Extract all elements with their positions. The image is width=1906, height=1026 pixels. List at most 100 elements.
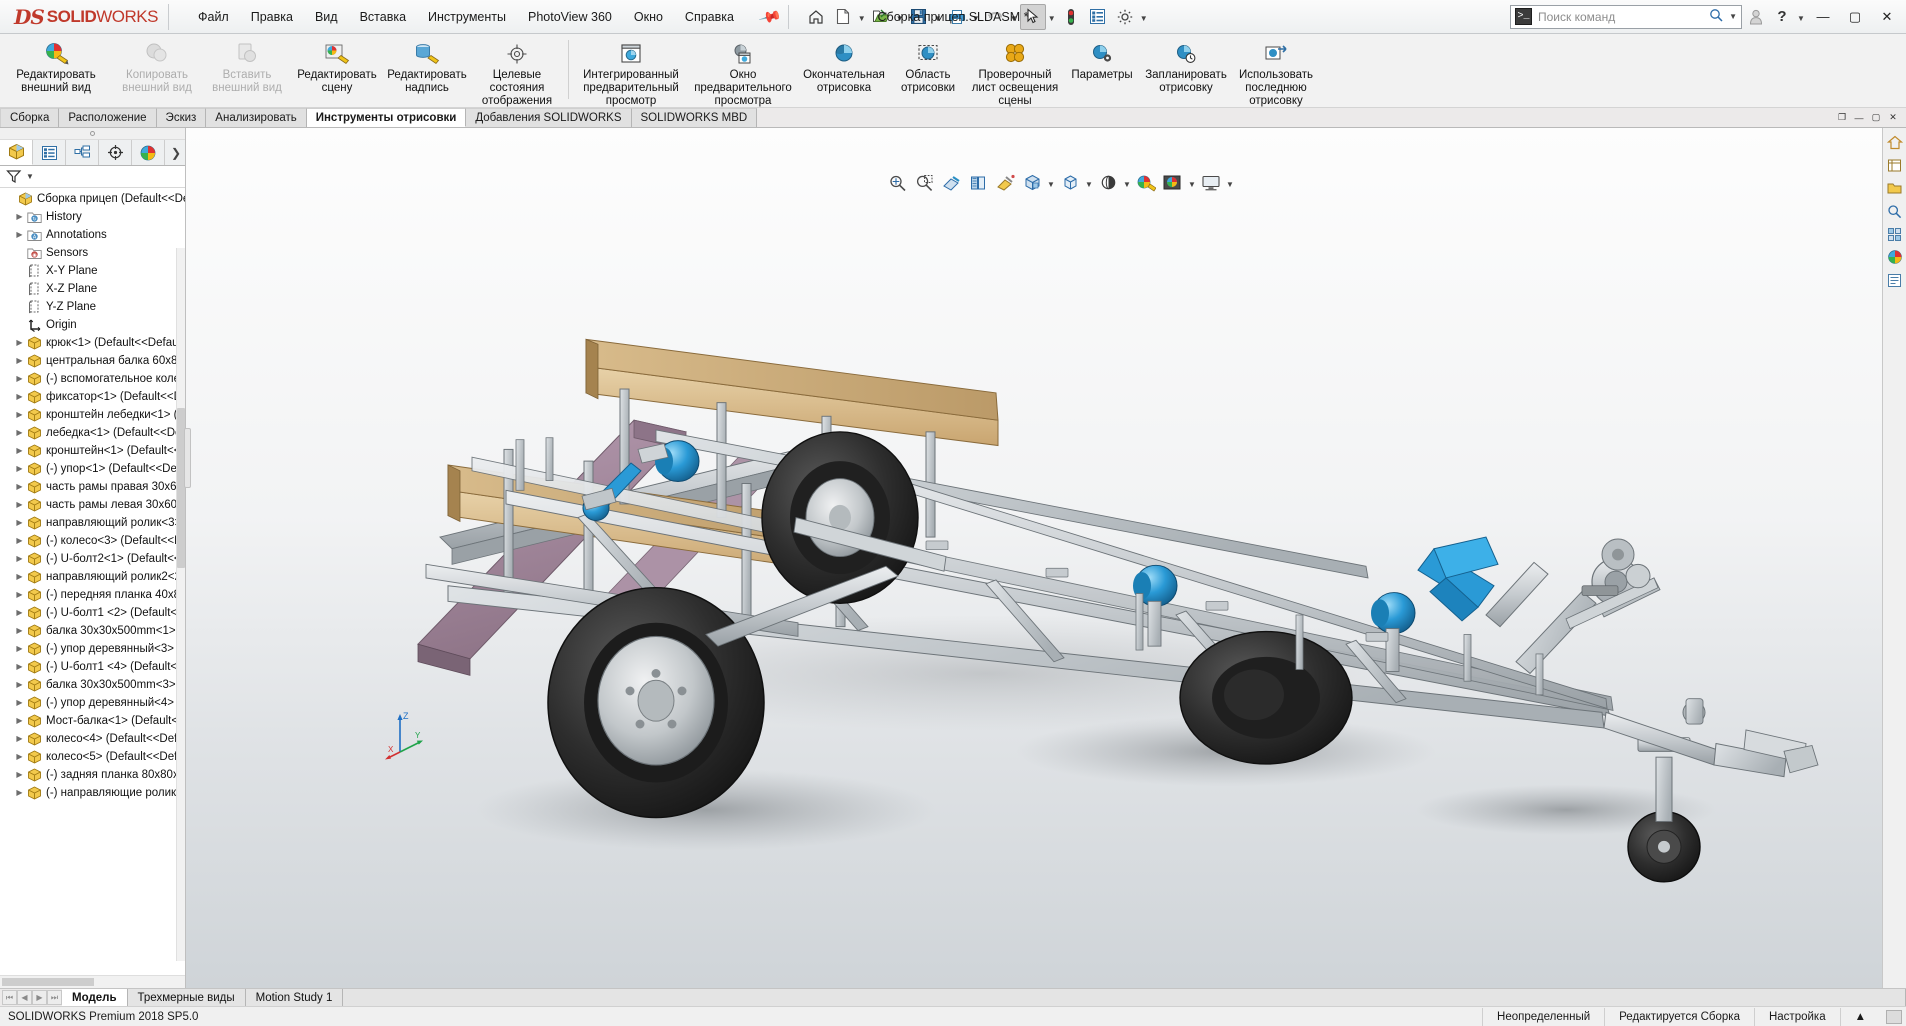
- tree-item[interactable]: ▶(-) упор деревянный<4> (Def: [0, 694, 185, 712]
- save-caret-icon[interactable]: ▼: [933, 4, 943, 30]
- undo-icon[interactable]: [982, 4, 1008, 30]
- tree-item[interactable]: ▶часть рамы левая 30x60mm<: [0, 496, 185, 514]
- view-settings-icon[interactable]: [1160, 170, 1186, 196]
- tree-root-item[interactable]: Сборка прицеп (Default<<Defaul: [0, 190, 185, 208]
- user-account-icon[interactable]: [1744, 4, 1768, 30]
- zoom-to-fit-icon[interactable]: [884, 170, 910, 196]
- tree-item[interactable]: ▶(-) упор деревянный<3> (Def: [0, 640, 185, 658]
- save-icon[interactable]: [906, 4, 932, 30]
- ribbon-lighting-checklist[interactable]: Проверочный лист освещения сцены: [967, 38, 1063, 108]
- nav-prev-icon[interactable]: ◀: [17, 990, 32, 1005]
- nav-first-icon[interactable]: ⏮: [2, 990, 17, 1005]
- tree-item[interactable]: Y-Z Plane: [0, 298, 185, 316]
- tab-assembly[interactable]: Сборка: [0, 108, 59, 127]
- viewport-layout-caret-icon[interactable]: ▼: [1225, 170, 1235, 196]
- expand-arrow-icon[interactable]: ▶: [13, 352, 26, 370]
- command-search-box[interactable]: >_ Поиск команд ▼: [1510, 5, 1742, 29]
- panel-splitter[interactable]: [184, 428, 191, 488]
- zoom-to-area-icon[interactable]: [911, 170, 937, 196]
- property-manager-tab[interactable]: [33, 140, 66, 165]
- tree-item[interactable]: ▶(-) направляющие ролики<1: [0, 784, 185, 802]
- menu-item-tools[interactable]: Инструменты: [417, 5, 517, 29]
- expand-arrow-icon[interactable]: ▶: [13, 622, 26, 640]
- tree-hscroll-thumb[interactable]: [2, 978, 94, 986]
- help-caret-icon[interactable]: ▼: [1796, 4, 1806, 30]
- expand-arrow-icon[interactable]: ▶: [13, 694, 26, 712]
- ribbon-render-region[interactable]: Область отрисовки: [889, 38, 967, 98]
- expand-arrow-icon[interactable]: ▶: [13, 442, 26, 460]
- display-style-caret-icon[interactable]: ▼: [1122, 170, 1132, 196]
- feature-tree-tab[interactable]: [0, 140, 33, 165]
- tree-item[interactable]: ▶колесо<5> (Default<<Default: [0, 748, 185, 766]
- tree-item[interactable]: ▶(-) U-болт2<1> (Default<<Def: [0, 550, 185, 568]
- ribbon-preview-window[interactable]: Окно предварительного просмотра: [687, 38, 799, 108]
- expand-arrow-icon[interactable]: ▶: [13, 586, 26, 604]
- menu-item-insert[interactable]: Вставка: [349, 5, 417, 29]
- ribbon-final-render[interactable]: Окончательная отрисовка: [799, 38, 889, 98]
- new-document-icon[interactable]: [830, 4, 856, 30]
- expand-arrow-icon[interactable]: ▶: [13, 676, 26, 694]
- close-window-icon[interactable]: ✕: [1886, 111, 1900, 125]
- expand-arrow-icon[interactable]: ▶: [13, 478, 26, 496]
- menu-item-photoview360[interactable]: PhotoView 360: [517, 5, 623, 29]
- minimize-window-icon[interactable]: —: [1852, 111, 1866, 125]
- open-document-icon[interactable]: [868, 4, 894, 30]
- ribbon-edit-decal[interactable]: Редактировать надпись: [382, 38, 472, 98]
- tree-item[interactable]: ▶балка 30x30x500mm<1> (Defa: [0, 622, 185, 640]
- minimize-button[interactable]: —: [1808, 4, 1838, 30]
- dimxpert-manager-tab[interactable]: [99, 140, 132, 165]
- expand-arrow-icon[interactable]: ▶: [13, 712, 26, 730]
- tree-item[interactable]: ▶балка 30x30x500mm<3> (Defa: [0, 676, 185, 694]
- display-style-shaded-icon[interactable]: [1095, 170, 1121, 196]
- hide-show-caret-icon[interactable]: ▼: [1046, 170, 1056, 196]
- display-manager-tab[interactable]: [132, 140, 165, 165]
- restore-window-icon[interactable]: ❐: [1835, 111, 1849, 125]
- view-palette-home-icon[interactable]: [1885, 132, 1905, 152]
- expand-arrow-icon[interactable]: ▶: [13, 604, 26, 622]
- view-orientation-cube-icon[interactable]: [965, 170, 991, 196]
- print-caret-icon[interactable]: ▼: [971, 4, 981, 30]
- bottom-tab-model[interactable]: Модель: [62, 989, 128, 1006]
- tree-item[interactable]: ▶(-) колесо<3> (Default<<Defa: [0, 532, 185, 550]
- section-view-icon[interactable]: [938, 170, 964, 196]
- tree-item[interactable]: ▶центральная балка 60x80<1>: [0, 352, 185, 370]
- options-list-icon[interactable]: [1085, 4, 1111, 30]
- open-document-caret-icon[interactable]: ▼: [895, 4, 905, 30]
- graphics-viewport[interactable]: Z Y X: [186, 128, 1882, 988]
- tree-item[interactable]: ▶(-) вспомогательное колесо<: [0, 370, 185, 388]
- panel-grip[interactable]: [0, 128, 185, 140]
- expand-arrow-icon[interactable]: ▶: [13, 388, 26, 406]
- search-input[interactable]: Поиск команд: [1538, 10, 1703, 24]
- tree-item[interactable]: ▶кронштейн лебедки<1> (Defa: [0, 406, 185, 424]
- tree-item[interactable]: ▶(-) передняя планка 40x80x122: [0, 586, 185, 604]
- expand-arrow-icon[interactable]: ▶: [13, 226, 26, 244]
- apply-scene-icon[interactable]: [1133, 170, 1159, 196]
- expand-arrow-icon[interactable]: ▶: [13, 550, 26, 568]
- tree-item[interactable]: ▶направляющий ролик2<2> (: [0, 568, 185, 586]
- view-orientation-caret-icon[interactable]: ▼: [1084, 170, 1094, 196]
- tree-vertical-scrollbar[interactable]: [176, 248, 185, 961]
- expand-arrow-icon[interactable]: ▶: [13, 784, 26, 802]
- filter-caret-icon[interactable]: ▼: [26, 172, 34, 181]
- close-button[interactable]: ✕: [1872, 4, 1902, 30]
- tree-item[interactable]: ▶(-) U-болт1 <2> (Default<<De: [0, 604, 185, 622]
- tree-item[interactable]: ▶лебедка<1> (Default<<Defaul: [0, 424, 185, 442]
- tree-item[interactable]: X-Z Plane: [0, 280, 185, 298]
- search-caret-icon[interactable]: ▼: [1729, 12, 1737, 21]
- expand-arrow-icon[interactable]: ▶: [13, 208, 26, 226]
- design-library-icon[interactable]: [1885, 155, 1905, 175]
- expand-arrow-icon[interactable]: ▶: [13, 640, 26, 658]
- tree-item[interactable]: ▶(-) упор<1> (Default<<Defaul: [0, 460, 185, 478]
- feature-tree[interactable]: Сборка прицеп (Default<<Defaul▶↻History▶…: [0, 188, 185, 975]
- bottom-tab-3d-views[interactable]: Трехмерные виды: [128, 989, 246, 1006]
- tree-item[interactable]: ▶Мост-балка<1> (Default<<De: [0, 712, 185, 730]
- ribbon-copy-appearance[interactable]: Копировать внешний вид: [112, 38, 202, 98]
- expand-arrow-icon[interactable]: ▶: [13, 406, 26, 424]
- tree-item[interactable]: ▶часть рамы правая 30x60mm: [0, 478, 185, 496]
- home-icon[interactable]: [803, 4, 829, 30]
- expand-arrow-icon[interactable]: ▶: [13, 370, 26, 388]
- nav-next-icon[interactable]: ▶: [32, 990, 47, 1005]
- tree-item[interactable]: ▶колесо<4> (Default<<Default: [0, 730, 185, 748]
- bottom-tab-motion-study[interactable]: Motion Study 1: [246, 989, 344, 1006]
- ribbon-render-options[interactable]: Параметры: [1063, 38, 1141, 85]
